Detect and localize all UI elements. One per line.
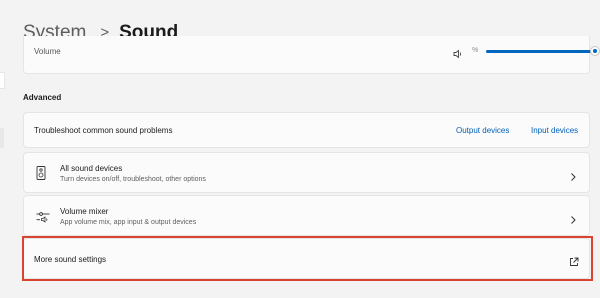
volume-mixer-row[interactable]: Volume mixer App volume mix, app input &… bbox=[23, 195, 590, 236]
volume-card: Volume % bbox=[23, 36, 600, 74]
speaker-device-icon bbox=[36, 166, 46, 185]
volume-value: % bbox=[472, 47, 479, 54]
all-sound-devices-row[interactable]: All sound devices Turn devices on/off, t… bbox=[23, 152, 590, 193]
input-devices-link[interactable]: Input devices bbox=[531, 126, 578, 135]
volume-mixer-subtitle: App volume mix, app input & output devic… bbox=[60, 219, 197, 226]
nav-pane-edge bbox=[0, 0, 10, 298]
output-devices-link[interactable]: Output devices bbox=[456, 126, 509, 135]
nav-pane-selection-fragment bbox=[0, 128, 4, 148]
volume-label: Volume bbox=[34, 47, 61, 56]
section-heading-advanced: Advanced bbox=[23, 93, 62, 102]
chevron-right-icon bbox=[569, 212, 577, 224]
volume-slider[interactable] bbox=[486, 50, 596, 53]
all-sound-devices-subtitle: Turn devices on/off, troubleshoot, other… bbox=[60, 176, 206, 183]
more-sound-settings-row[interactable]: More sound settings bbox=[23, 238, 590, 279]
volume-slider-thumb[interactable] bbox=[590, 46, 600, 56]
open-external-icon bbox=[569, 254, 579, 266]
troubleshoot-row: Troubleshoot common sound problems Outpu… bbox=[23, 112, 590, 148]
nav-pane-fragment bbox=[0, 72, 5, 89]
volume-mixer-icon bbox=[36, 210, 50, 228]
speaker-mute-icon[interactable] bbox=[452, 47, 464, 59]
all-sound-devices-title: All sound devices bbox=[60, 164, 123, 173]
troubleshoot-label: Troubleshoot common sound problems bbox=[34, 126, 173, 135]
volume-mixer-title: Volume mixer bbox=[60, 207, 109, 216]
chevron-right-icon bbox=[569, 169, 577, 181]
more-sound-settings-label: More sound settings bbox=[34, 255, 107, 264]
